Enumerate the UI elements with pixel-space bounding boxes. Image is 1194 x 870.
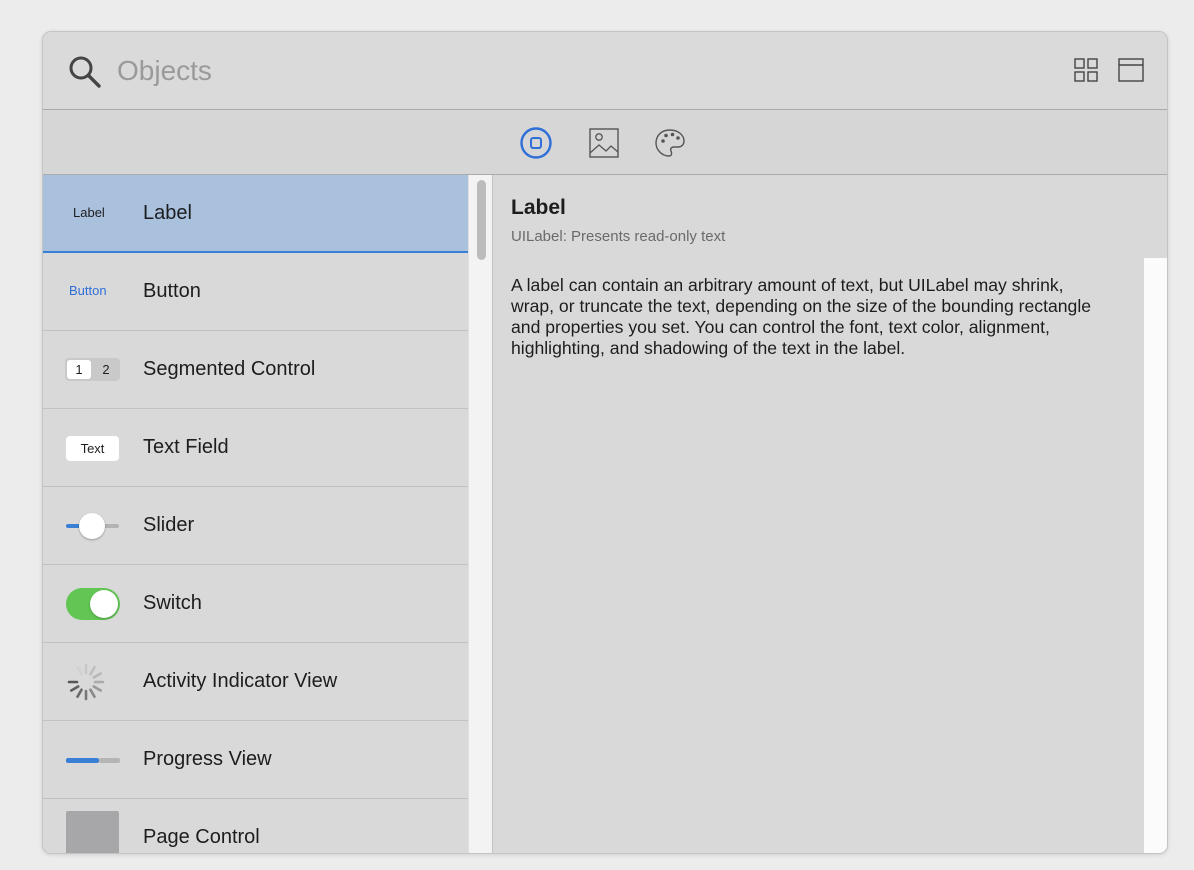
library-tab-bar bbox=[43, 110, 1167, 175]
list-item-title: Button bbox=[143, 280, 201, 302]
segment-1: 1 bbox=[67, 360, 91, 379]
list-item-title: Segmented Control bbox=[143, 358, 316, 380]
detail-pane: Label UILabel: Presents read-only text A… bbox=[494, 175, 1167, 853]
list-item-title: Text Field bbox=[143, 436, 229, 458]
progress-filled bbox=[66, 758, 99, 763]
search-input[interactable] bbox=[117, 50, 1017, 92]
list-item-progress-view[interactable]: Progress View bbox=[43, 721, 468, 799]
switch-knob bbox=[90, 590, 118, 618]
panel-view-icon[interactable] bbox=[1118, 58, 1144, 82]
list-item-slider[interactable]: Slider bbox=[43, 487, 468, 565]
list-item-page-control[interactable]: ••• Page Control bbox=[43, 799, 468, 853]
media-tab-icon bbox=[589, 128, 619, 158]
list-item-label[interactable]: Label Label bbox=[43, 175, 468, 253]
switch-preview-icon bbox=[66, 588, 120, 620]
detail-subtitle: UILabel: Presents read-only text bbox=[511, 228, 726, 245]
list-scrollbar[interactable] bbox=[468, 175, 493, 853]
list-item-title: Activity Indicator View bbox=[143, 670, 338, 692]
tab-media[interactable] bbox=[587, 126, 621, 160]
list-item-title: Switch bbox=[143, 592, 202, 614]
detail-title: Label bbox=[511, 196, 566, 219]
list-item-title: Label bbox=[143, 202, 192, 224]
detail-description: A label can contain an arbitrary amount … bbox=[511, 275, 1092, 358]
label-preview: Label bbox=[73, 205, 105, 220]
list-item-title: Progress View bbox=[143, 748, 272, 770]
progress-empty bbox=[99, 758, 120, 763]
page-control-preview: ••• bbox=[66, 811, 119, 853]
list-item-switch[interactable]: Switch bbox=[43, 565, 468, 643]
list-item-segmented-control[interactable]: 1 2 Segmented Control bbox=[43, 331, 468, 409]
object-library-window: Label Label Button Button 1 2 Segmented … bbox=[42, 31, 1168, 854]
search-bar bbox=[43, 32, 1167, 110]
slider-thumb bbox=[79, 513, 105, 539]
detail-scroll-edge bbox=[1144, 258, 1167, 853]
slider-track-empty bbox=[103, 524, 119, 528]
list-item-title: Slider bbox=[143, 514, 195, 536]
objects-tab-icon bbox=[520, 127, 552, 159]
list-item-button[interactable]: Button Button bbox=[43, 253, 468, 331]
text-field-preview: Text bbox=[66, 436, 119, 461]
tab-colors[interactable] bbox=[653, 126, 687, 160]
colors-tab-icon bbox=[655, 129, 685, 157]
page-dots: ••• bbox=[66, 851, 119, 853]
list-item-activity-indicator[interactable]: Activity Indicator View bbox=[43, 643, 468, 721]
tab-objects[interactable] bbox=[519, 126, 553, 160]
button-preview: Button bbox=[69, 283, 107, 298]
scrollbar-thumb[interactable] bbox=[477, 180, 486, 260]
object-list: Label Label Button Button 1 2 Segmented … bbox=[43, 175, 468, 853]
list-item-title: Page Control bbox=[143, 826, 260, 848]
list-item-text-field[interactable]: Text Text Field bbox=[43, 409, 468, 487]
activity-indicator-icon bbox=[67, 663, 105, 701]
search-icon bbox=[69, 56, 101, 88]
segmented-control-preview: 1 2 bbox=[65, 358, 120, 381]
grid-view-icon[interactable] bbox=[1074, 58, 1098, 82]
segment-2: 2 bbox=[102, 362, 110, 377]
